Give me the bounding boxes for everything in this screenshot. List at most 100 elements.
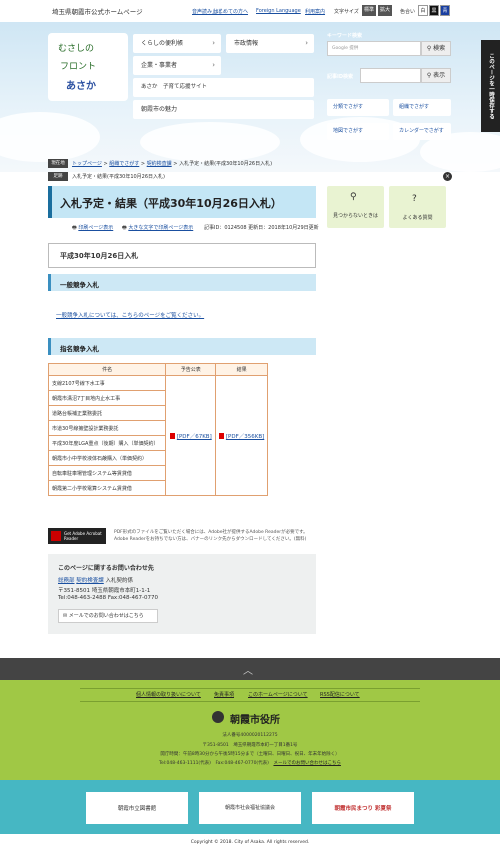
breadcrumb-organization[interactable]: 組織でさがす [109, 161, 139, 167]
table-header-notice: 予告公表 [165, 363, 217, 376]
not-found-label: 見つからないときは [332, 213, 378, 219]
table-header-result: 結果 [215, 363, 268, 376]
search-icon: ⚲ [426, 72, 432, 79]
menu-business[interactable]: 企業・事業者 › [133, 56, 221, 75]
faq-label: よくある質問 [402, 215, 433, 221]
usage-guide-link[interactable]: 利用案内 [305, 8, 325, 15]
city-emblem-icon [212, 711, 224, 723]
menu-life-guide[interactable]: くらしの便利帳 › [133, 34, 221, 53]
charm-banner-label: 朝霞市の魅力 [141, 106, 178, 113]
charm-banner[interactable]: 朝霞市の魅力 [133, 100, 314, 119]
site-logo[interactable]: むさしの フロント あさか [48, 33, 128, 101]
mail-contact-button[interactable]: ✉ メールでのお問い合わせはこちら [58, 609, 158, 623]
copyright: Copyright © 2018. City of Asaka. All rig… [190, 840, 310, 845]
table-row: 支線2107号線下水工事 [47, 375, 167, 391]
footer-disclaimer-link[interactable]: 免責事項 [214, 691, 234, 698]
notice-pdf-link[interactable]: [PDF／67KB] [177, 434, 212, 440]
current-location-badge: 現在地 [48, 159, 68, 168]
color-blue-button[interactable]: 青 [440, 5, 450, 16]
breadcrumb-current: 入札予定・結果(平成30年10月26日入札) [179, 161, 273, 167]
close-icon[interactable]: × [443, 172, 452, 181]
childcare-banner[interactable]: あさか 子育て応援サイト [133, 78, 314, 97]
find-by-category[interactable]: 分類でさがす [327, 99, 389, 116]
library-banner[interactable]: 朝霞市立図書館 [86, 792, 188, 824]
table-row: 道路台帳補正業務委託 [47, 405, 167, 421]
printer-icon: 🖶 [122, 225, 127, 231]
footer-privacy-link[interactable]: 個人情報の取り扱いについて [136, 691, 201, 698]
page-id-search-heading: 記事ID検索 [327, 74, 354, 80]
page-id-search-button[interactable]: ⚲ 表示 [421, 68, 451, 83]
history-badge: 足跡 [48, 172, 68, 181]
page-id-input[interactable] [360, 68, 421, 83]
table-row: 朝霞市小中学校液体石鹸購入（単価契約） [47, 450, 167, 466]
adobe-reader-banner[interactable]: Get Adobe Acrobat Reader [48, 528, 106, 544]
breadcrumb-top[interactable]: トップページ [72, 161, 102, 167]
top-bar: 埼玉県朝霞市公式ホームページ 音声読み上げ はじめての方へ Foreign La… [0, 0, 500, 22]
faq-link[interactable]: ? よくある質問 [389, 186, 446, 228]
table-row: 自転車駐車場管理システム等賃貸借 [47, 465, 167, 481]
page-top-bar[interactable]: ︿ [0, 658, 500, 680]
bid-table: 件名 予告公表 結果 支線2107号線下水工事 [PDF／67KB] [PDF／… [47, 363, 268, 496]
section-title: 平成30年10月26日入札 [60, 252, 139, 260]
font-large-button[interactable]: 拡大 [378, 5, 392, 16]
footer-address: 〒351-8501 埼玉県朝霞市本町一丁目1番1号 [202, 743, 298, 748]
site-title: 埼玉県朝霞市公式ホームページ [52, 8, 143, 16]
find-by-map[interactable]: 地図でさがす [327, 123, 389, 140]
print-link[interactable]: 🖶 印刷ページ表示 [72, 224, 113, 233]
footer-hours: 開庁時間：午前8時30分から午後5時15分まで（土曜日、日曜日、祝日、年末年始除… [160, 752, 340, 757]
not-found-link[interactable]: ⚲ 見つからないときは [327, 186, 384, 228]
color-label: 色合い [400, 9, 416, 15]
chevron-right-icon: › [212, 61, 215, 69]
find-by-organization[interactable]: 組織でさがす [393, 99, 451, 116]
adobe-icon [51, 531, 61, 541]
adobe-text: PDF形式のファイルをご覧いただく場合には、Adobe社が提供するAdobe R… [114, 530, 308, 542]
designated-heading: 指名競争入札 [60, 345, 99, 353]
font-standard-button[interactable]: 標準 [362, 5, 376, 16]
color-white-button[interactable]: 白 [418, 5, 428, 16]
keyword-search-input[interactable]: Google 提供 [327, 41, 421, 56]
color-black-button[interactable]: 黒 [429, 5, 439, 16]
chevron-up-icon[interactable]: ︿ [243, 662, 253, 677]
chevron-right-icon: › [212, 39, 215, 47]
festival-banner[interactable]: 朝霞市民まつり 彩夏祭 [312, 792, 414, 824]
footer-about-link[interactable]: このホームページについて [248, 691, 308, 698]
general-link[interactable]: 一般競争入札については、こちらのページをご覧ください。 [56, 311, 204, 319]
logo-text-3: あさか [66, 81, 96, 92]
font-size-label: 文字サイズ [334, 9, 359, 15]
footer-rss-link[interactable]: RSS配信について [320, 691, 360, 698]
contact-dept-2-link[interactable]: 契約検査課 [76, 578, 104, 584]
keyword-search-button[interactable]: ⚲ 検索 [421, 41, 451, 56]
keyword-search-heading: キーワード検索 [327, 33, 363, 39]
print-large-link[interactable]: 🖶 大きな文字で印刷ページ表示 [122, 224, 193, 233]
history-item[interactable]: 入札予定・結果(平成30年10月26日入札) [72, 173, 165, 180]
mail-icon: ✉ [63, 613, 68, 619]
pdf-icon [218, 433, 224, 439]
result-pdf-link[interactable]: [PDF／356KB] [226, 434, 264, 440]
search-icon: ⚲ [426, 45, 432, 52]
table-row: 朝霞市溝沼7丁目地内止水工事 [47, 390, 167, 406]
contact-address: 〒351-8501 埼玉県朝霞市本町1-1-1 [58, 588, 151, 594]
footer: 個人情報の取り扱いについて 免責事項 このホームページについて RSS配信につい… [0, 680, 500, 780]
footer-mail-link[interactable]: メールでのお問い合わせはこちら [273, 761, 341, 766]
table-row: 平成30年度LGA重点（後期）購入（単価契約） [47, 435, 167, 451]
contact-heading: このページに関するお問い合わせ先 [58, 565, 154, 572]
menu-life-guide-label: くらしの便利帳 [141, 40, 184, 47]
welfare-banner[interactable]: 朝霞市社会福祉協議会 [199, 792, 301, 824]
contact-dept-1-link[interactable]: 総務部 [58, 578, 75, 584]
menu-city-info[interactable]: 市政情報 › [226, 34, 314, 53]
footer-contact: Tel:048-463-1111(代表) Fax:048-467-0770(代表… [159, 761, 341, 766]
notice-cell: [PDF／67KB] [165, 375, 217, 496]
foreign-language-link[interactable]: Foreign Language [256, 8, 301, 14]
contact-dept: 総務部 契約検査課 入札契約係 [58, 578, 134, 584]
find-by-calendar[interactable]: カレンダーでさがす [393, 123, 451, 140]
breadcrumb-contract-section[interactable]: 契約検査課 [147, 161, 172, 167]
save-page-tab[interactable]: このページを一時保存する [481, 40, 500, 132]
pdf-icon [169, 433, 175, 439]
table-header-subject: 件名 [47, 363, 167, 376]
contact-phone: Tel:048-463-2488 Fax:048-467-0770 [58, 595, 159, 601]
logo-text-1: むさしの [58, 44, 95, 54]
first-time-link[interactable]: はじめての方へ [213, 8, 248, 15]
childcare-banner-label: あさか 子育て応援サイト [141, 84, 208, 90]
menu-business-label: 企業・事業者 [141, 62, 178, 69]
menu-city-info-label: 市政情報 [234, 40, 259, 47]
